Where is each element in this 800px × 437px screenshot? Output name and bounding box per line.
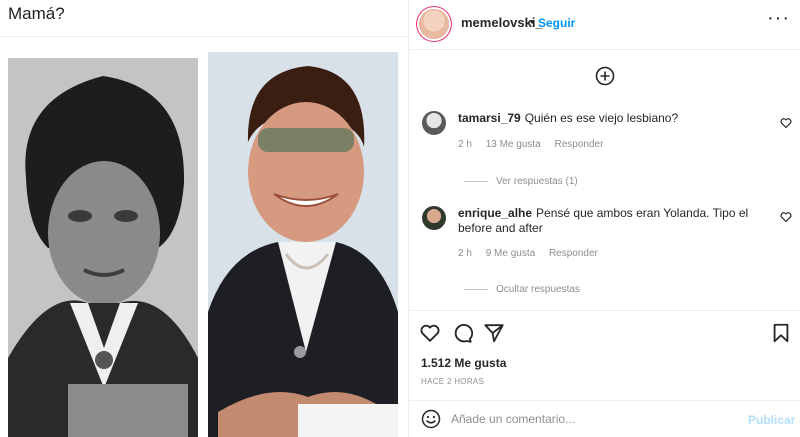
actions-divider [409, 310, 800, 311]
comment-meta: 2 h 13 Me gusta Responder [458, 139, 614, 150]
author-avatar[interactable] [419, 9, 449, 39]
reply-button[interactable]: Responder [549, 248, 598, 259]
comment-bubble-icon[interactable] [451, 322, 473, 344]
smiley-icon[interactable] [421, 409, 441, 429]
comment-item: enrique_alhe Pensé que ambos eran Yolanda… [409, 205, 800, 295]
comment-time[interactable]: 2 h [458, 248, 472, 259]
view-replies-link[interactable]: Ver respuestas (1) [464, 176, 578, 187]
hide-replies-link[interactable]: Ocultar respuestas [464, 284, 580, 295]
commenter-username[interactable]: enrique_alhe [458, 206, 532, 220]
plus-circle-icon[interactable] [595, 66, 615, 86]
follow-button[interactable]: Seguir [538, 16, 575, 30]
thread-label: Ocultar respuestas [496, 284, 580, 295]
commenter-username[interactable]: tamarsi_79 [458, 111, 521, 125]
heart-icon[interactable] [780, 211, 792, 223]
photo-color-portrait [208, 52, 398, 437]
photo-black-and-white-portrait [8, 58, 198, 437]
more-options-icon[interactable]: ··· [767, 7, 790, 30]
comment-item: tamarsi_79 Quién es ese viejo lesbiano? 2… [409, 108, 800, 188]
comment-likes[interactable]: 9 Me gusta [486, 248, 535, 259]
heart-icon[interactable] [419, 322, 441, 344]
commenter-avatar[interactable] [422, 111, 446, 135]
post-media: Mamá? [0, 0, 408, 437]
heart-icon[interactable] [780, 117, 792, 129]
header-separator: • [530, 14, 535, 29]
caption-divider [0, 36, 408, 37]
thread-line [464, 180, 488, 182]
thread-line [464, 288, 488, 290]
comment-body: tamarsi_79 Quién es ese viejo lesbiano? [458, 111, 754, 126]
comment-text: Quién es ese viejo lesbiano? [524, 111, 679, 125]
comment-likes[interactable]: 13 Me gusta [486, 139, 541, 150]
publish-button[interactable]: Publicar [748, 413, 795, 427]
like-count[interactable]: 1.512 Me gusta [421, 356, 506, 370]
comment-body: enrique_alhe Pensé que ambos eran Yolanda… [458, 206, 754, 236]
commenter-avatar[interactable] [422, 206, 446, 230]
bookmark-icon[interactable] [770, 322, 792, 344]
post-side-panel: memelovski_ • Seguir ··· tamarsi_79 Quién… [408, 0, 800, 437]
post-caption: Mamá? [8, 4, 65, 23]
thread-label: Ver respuestas (1) [496, 176, 578, 187]
comment-composer: Publicar [409, 400, 800, 437]
comment-meta: 2 h 9 Me gusta Responder [458, 248, 609, 259]
comment-time[interactable]: 2 h [458, 139, 472, 150]
paper-plane-icon[interactable] [483, 322, 505, 344]
post-header: memelovski_ • Seguir ··· [409, 0, 800, 50]
reply-button[interactable]: Responder [555, 139, 604, 150]
post-timestamp[interactable]: HACE 2 HORAS [421, 377, 484, 386]
comment-input[interactable] [451, 410, 731, 428]
